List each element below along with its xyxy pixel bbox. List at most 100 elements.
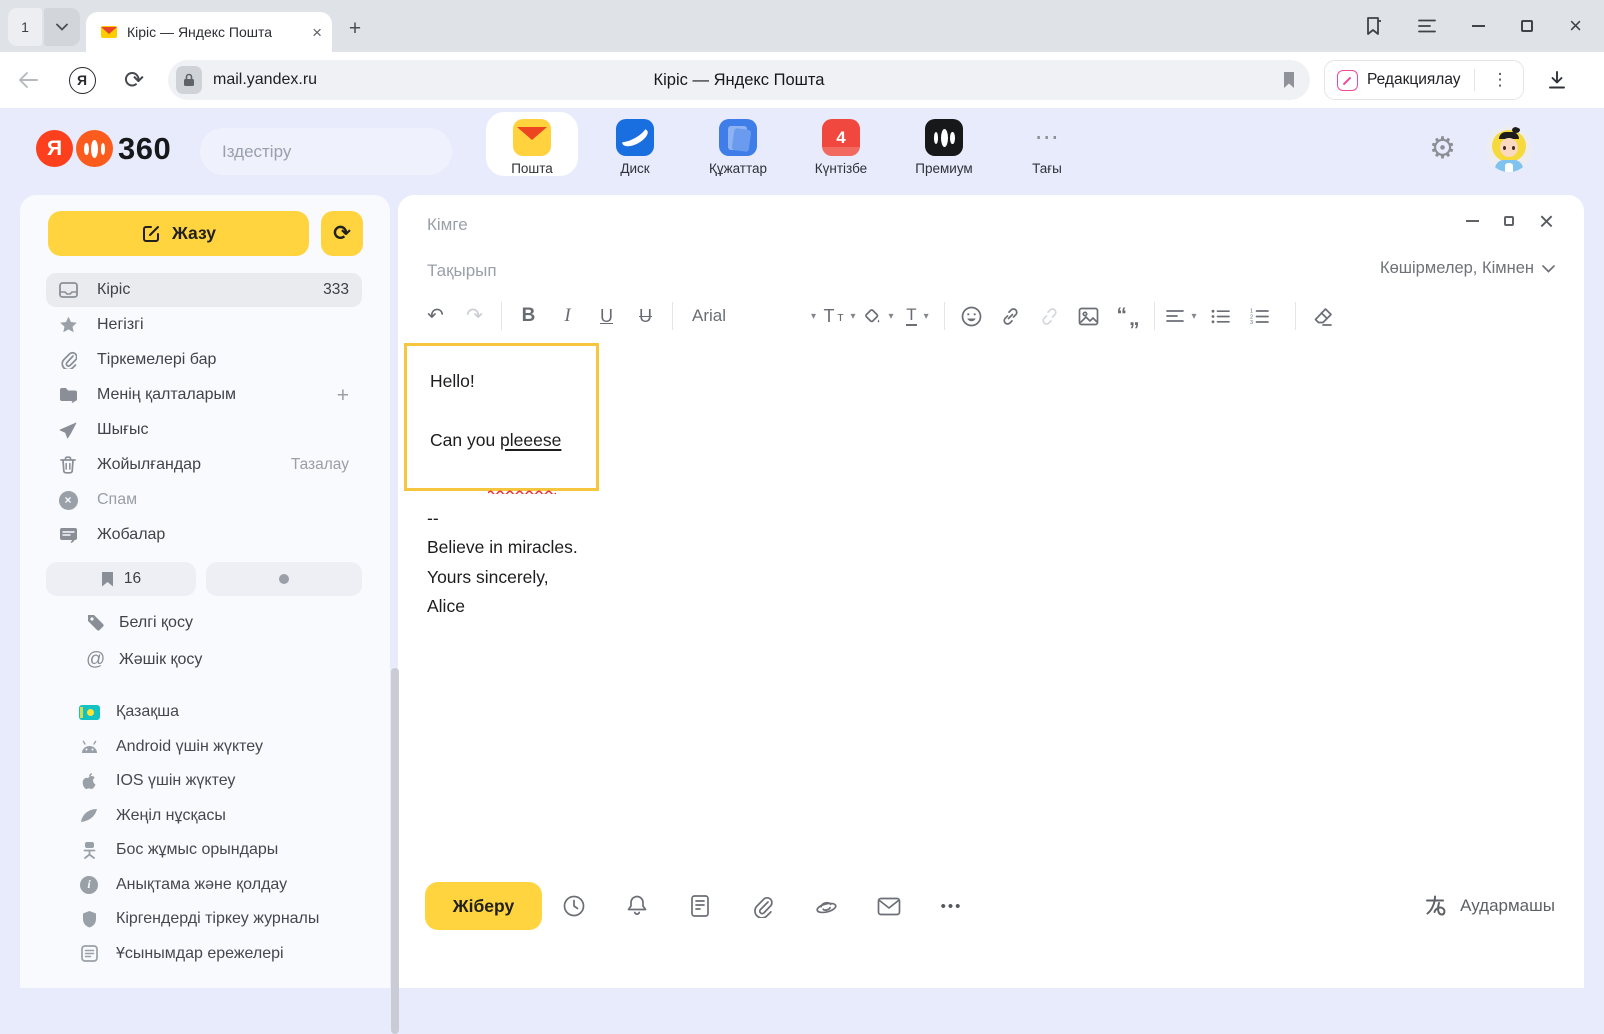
notification-button[interactable] <box>605 882 668 930</box>
redo-icon[interactable]: ↷ <box>455 298 494 334</box>
text-color-select[interactable]: T ▾ <box>898 298 937 334</box>
compose-minimize-icon[interactable] <box>1466 220 1479 222</box>
align-select[interactable]: ▾ <box>1162 298 1201 334</box>
android-download-link[interactable]: Android үшін жүктеу <box>20 730 390 765</box>
sidebar-folder-main[interactable]: Негізгі <box>46 308 362 342</box>
sidebar-folder-drafts[interactable]: Жобалар <box>46 518 362 552</box>
android-icon <box>78 740 100 754</box>
service-documents[interactable]: Құжаттар <box>692 112 784 176</box>
sidebar-folder-inbox[interactable]: Кіріс 333 <box>46 273 362 307</box>
undo-icon[interactable]: ↶ <box>416 298 455 334</box>
translator-button[interactable]: Аудармашы <box>1423 894 1555 918</box>
bookmark-flag-icon <box>101 571 114 587</box>
sidebar-folder-sent[interactable]: Шығыс <box>46 413 362 447</box>
window-minimize-button[interactable] <box>1472 25 1485 27</box>
compose-scrollbar-thumb[interactable] <box>391 668 399 1034</box>
emoji-button[interactable] <box>952 298 991 334</box>
quote-button[interactable]: “„ <box>1108 298 1147 334</box>
font-size-select[interactable]: Tт ▾ <box>820 298 859 334</box>
add-mailbox-item[interactable]: @ Жәшік қосу <box>20 641 390 678</box>
send-plane-icon <box>58 422 78 439</box>
service-premium[interactable]: Премиум <box>898 112 990 176</box>
sidebar-folder-spam[interactable]: × Спам <box>46 483 362 517</box>
sidebar-folder-with-attachments[interactable]: Тіркемелері бар <box>46 343 362 377</box>
service-calendar[interactable]: 4 Күнтізбе <box>795 112 887 176</box>
compose-restore-icon[interactable] <box>1504 216 1514 226</box>
yandex-360-logo[interactable]: Я 360 <box>36 130 171 167</box>
search-input[interactable] <box>222 142 443 162</box>
remove-link-button[interactable] <box>1030 298 1069 334</box>
tab-group-caret-button[interactable] <box>44 8 80 46</box>
address-bar[interactable]: mail.yandex.ru Кіріс — Яндекс Пошта <box>168 60 1310 100</box>
sidebar-folder-my-folders[interactable]: Менің қалталарым + <box>46 378 362 412</box>
insert-link-button[interactable] <box>991 298 1030 334</box>
refresh-button[interactable]: ⟳ <box>321 211 363 256</box>
yandex-home-button[interactable]: Я <box>69 67 96 94</box>
bookmark-icon[interactable] <box>1282 71 1296 89</box>
ios-download-link[interactable]: IOS үшін жүктеу <box>20 764 390 799</box>
highlight-color-select[interactable]: ▾ <box>859 298 898 334</box>
send-button[interactable]: Жіберу <box>425 882 542 930</box>
service-more[interactable]: ⋯ Тағы <box>1001 112 1093 176</box>
user-avatar[interactable] <box>1486 126 1532 172</box>
translate-icon <box>1423 894 1449 918</box>
light-version-link[interactable]: Жеңіл нұсқасы <box>20 799 390 834</box>
side-panel-icon[interactable] <box>1364 16 1382 36</box>
cc-from-toggle[interactable]: Көшірмелер, Кімнен <box>1380 259 1555 278</box>
service-disk[interactable]: Диск <box>589 112 681 176</box>
edit-more-icon[interactable]: ⋮ <box>1484 70 1517 90</box>
login-journal-link[interactable]: Кіргендерді тіркеу журналы <box>20 902 390 937</box>
service-mail[interactable]: Пошта <box>486 112 578 176</box>
underline-button[interactable]: U <box>587 298 626 334</box>
language-link[interactable]: Қазақша <box>20 695 390 730</box>
attach-from-mail-button[interactable] <box>857 882 920 930</box>
window-maximize-button[interactable] <box>1521 20 1533 32</box>
to-field[interactable] <box>427 209 1327 241</box>
shield-icon <box>78 910 100 928</box>
tab-group-counter[interactable]: 1 <box>8 8 42 46</box>
schedule-send-button[interactable] <box>542 882 605 930</box>
empty-trash-link[interactable]: Тазалау <box>291 456 349 474</box>
window-close-button[interactable]: × <box>1569 15 1582 37</box>
folder-icon <box>58 387 78 403</box>
message-body[interactable]: Hello! Can you pleeese -- Believe in mir… <box>398 343 1584 622</box>
add-folder-icon[interactable]: + <box>337 385 349 406</box>
more-options-icon[interactable]: ••• <box>920 882 983 930</box>
attach-from-disk-button[interactable] <box>794 882 857 930</box>
font-family-select[interactable]: Arial ▾ <box>680 306 820 326</box>
add-label-item[interactable]: Белгі қосу <box>20 604 390 641</box>
tab-close-icon[interactable]: × <box>312 24 322 41</box>
caret-down-icon: ▾ <box>811 311 816 322</box>
bold-button[interactable]: B <box>509 298 548 334</box>
lock-icon[interactable] <box>176 66 202 94</box>
bookmarks-pill[interactable]: 16 <box>46 562 196 596</box>
template-button[interactable] <box>668 882 731 930</box>
recommendation-rules-link[interactable]: Ұсынымдар ережелері <box>20 937 390 972</box>
reload-icon[interactable]: ⟳ <box>112 66 156 95</box>
bulleted-list-button[interactable] <box>1201 298 1240 334</box>
tag-icon <box>86 613 105 632</box>
italic-button[interactable]: I <box>548 298 587 334</box>
numbered-list-button[interactable]: 123 <box>1240 298 1279 334</box>
header-search[interactable] <box>200 128 452 175</box>
attach-file-button[interactable] <box>731 882 794 930</box>
subject-field[interactable] <box>427 255 1327 287</box>
help-support-link[interactable]: i Анықтама және қолдау <box>20 868 390 903</box>
insert-image-button[interactable] <box>1069 298 1108 334</box>
compose-button[interactable]: Жазу <box>48 211 309 256</box>
settings-gear-icon[interactable]: ⚙ <box>1429 134 1456 164</box>
disk-app-icon <box>616 119 654 156</box>
back-icon[interactable] <box>17 71 39 89</box>
vacancies-link[interactable]: Бос жұмыс орындары <box>20 833 390 868</box>
edit-button[interactable]: Редакциялау ⋮ <box>1324 60 1524 100</box>
dot-pill[interactable] <box>206 562 362 596</box>
sidebar-folder-trash[interactable]: Жойылғандар Тазалау <box>46 448 362 482</box>
projects-icon <box>58 527 78 543</box>
downloads-icon[interactable] <box>1546 69 1568 91</box>
strikethrough-button[interactable]: U <box>626 298 665 334</box>
browser-menu-icon[interactable] <box>1418 19 1436 33</box>
browser-tab[interactable]: Кіріс — Яндекс Пошта × <box>86 12 332 52</box>
clear-formatting-button[interactable] <box>1303 298 1342 334</box>
compose-close-icon[interactable]: × <box>1539 211 1554 232</box>
new-tab-button[interactable]: + <box>340 14 370 44</box>
